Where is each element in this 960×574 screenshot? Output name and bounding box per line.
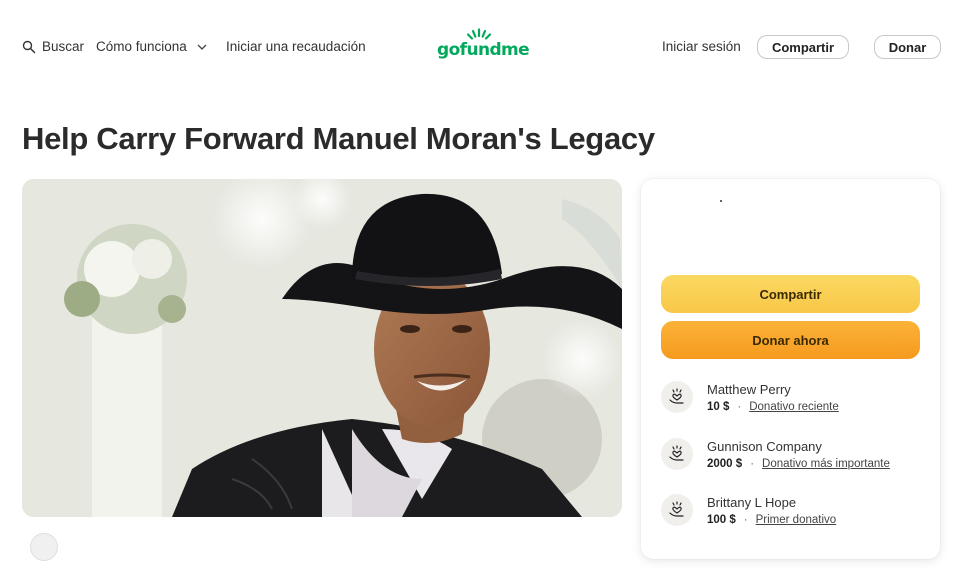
share-button[interactable]: Compartir bbox=[661, 275, 920, 313]
start-fundraiser-link[interactable]: Iniciar una recaudación bbox=[226, 38, 366, 56]
sign-in-link[interactable]: Iniciar sesión bbox=[662, 38, 741, 56]
search-icon bbox=[22, 40, 36, 54]
search-label: Buscar bbox=[42, 39, 85, 54]
donation-item: Gunnison Company 2000 $ · Donativo más i… bbox=[661, 438, 920, 482]
header-share-button[interactable]: Compartir bbox=[757, 35, 849, 59]
search-link[interactable]: Buscar bbox=[22, 38, 84, 56]
page-title: Help Carry Forward Manuel Moran's Legacy bbox=[22, 121, 655, 156]
campaign-photo[interactable] bbox=[22, 179, 622, 517]
donation-card: Compartir Donar ahora Matthew Perry 10 $… bbox=[641, 179, 940, 559]
header-donate-button[interactable]: Donar bbox=[874, 35, 941, 59]
header-donate-label: Donar bbox=[888, 39, 927, 55]
sign-in-label: Iniciar sesión bbox=[662, 39, 741, 54]
donate-now-button[interactable]: Donar ahora bbox=[661, 321, 920, 359]
donation-amount: 100 $ bbox=[707, 514, 736, 526]
donation-tag-link[interactable]: Donativo reciente bbox=[749, 401, 839, 413]
gofundme-logo[interactable]: gofundme bbox=[437, 28, 530, 64]
donation-meta: 10 $ · Donativo reciente bbox=[707, 401, 839, 413]
donation-meta: 2000 $ · Donativo más importante bbox=[707, 458, 890, 470]
chevron-down-icon bbox=[197, 44, 207, 50]
donation-item: Brittany L Hope 100 $ · Primer donativo bbox=[661, 494, 920, 538]
donation-amount: 2000 $ bbox=[707, 458, 743, 470]
share-button-label: Compartir bbox=[759, 286, 822, 302]
donation-item: Matthew Perry 10 $ · Donativo reciente bbox=[661, 381, 920, 425]
donor-name: Brittany L Hope bbox=[707, 495, 797, 510]
progress-dot bbox=[720, 200, 722, 202]
heart-hand-icon bbox=[661, 381, 693, 413]
start-fundraiser-label: Iniciar una recaudación bbox=[226, 39, 366, 54]
how-it-works-label: Cómo funciona bbox=[96, 39, 187, 54]
donation-tag-link[interactable]: Primer donativo bbox=[756, 514, 837, 526]
organizer-avatar bbox=[30, 533, 58, 561]
separator-dot: · bbox=[743, 514, 748, 526]
top-navigation: Buscar Cómo funciona Iniciar una recauda… bbox=[0, 0, 960, 96]
donor-name: Gunnison Company bbox=[707, 439, 822, 454]
how-it-works-menu[interactable]: Cómo funciona bbox=[96, 38, 207, 56]
header-share-label: Compartir bbox=[771, 39, 835, 55]
logo-wordmark: gofundme bbox=[437, 40, 530, 60]
heart-hand-icon bbox=[661, 494, 693, 526]
donation-tag-link[interactable]: Donativo más importante bbox=[762, 458, 890, 470]
donate-now-label: Donar ahora bbox=[752, 332, 829, 348]
donor-name: Matthew Perry bbox=[707, 382, 791, 397]
heart-hand-icon bbox=[661, 438, 693, 470]
donation-meta: 100 $ · Primer donativo bbox=[707, 514, 836, 526]
separator-dot: · bbox=[737, 401, 742, 413]
donation-amount: 10 $ bbox=[707, 401, 730, 413]
separator-dot: · bbox=[750, 458, 755, 470]
campaign-photo-illustration bbox=[22, 179, 622, 517]
